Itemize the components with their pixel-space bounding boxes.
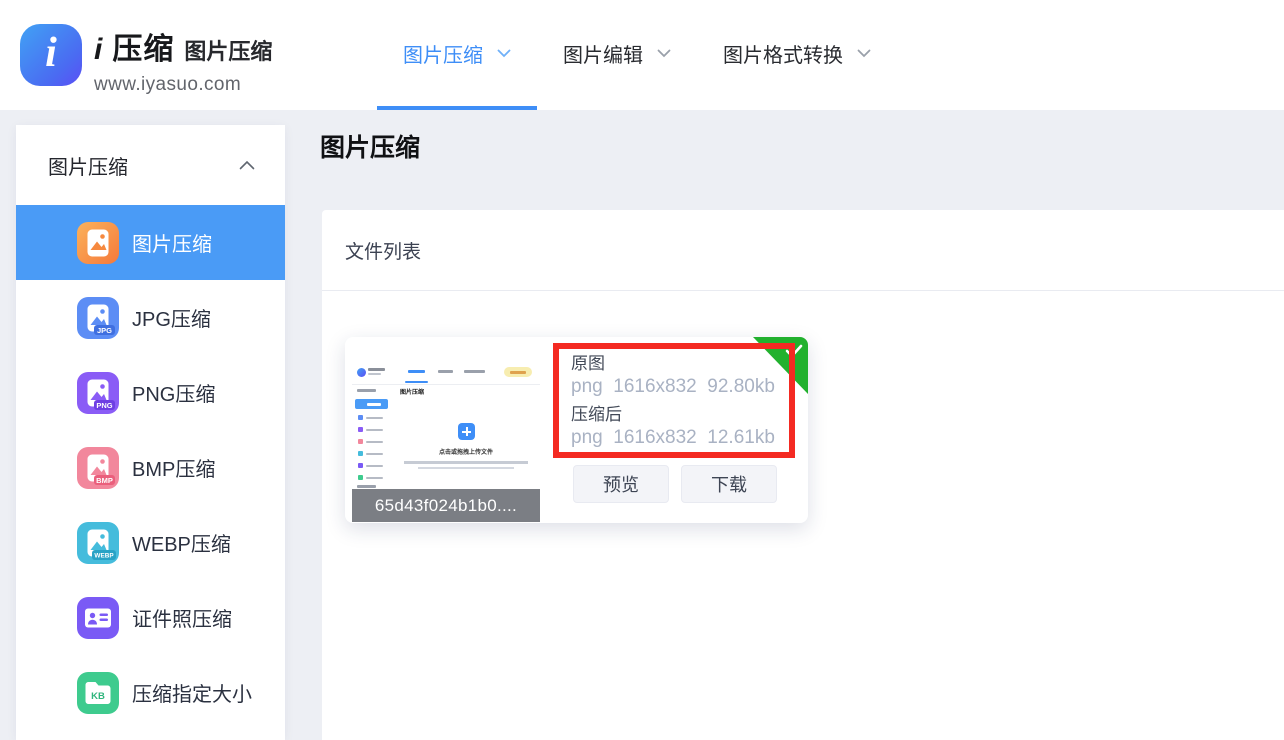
nav-tab-label: 图片压缩: [403, 39, 483, 68]
sidebar-item-png-compress[interactable]: PNG PNG压缩: [16, 355, 285, 430]
panel-title: 文件列表: [345, 237, 421, 264]
download-button[interactable]: 下载: [681, 465, 777, 503]
mini-icon: [358, 427, 363, 432]
id-photo-icon: [77, 597, 119, 639]
sidebar-item-id-photo-compress[interactable]: 证件照压缩: [16, 580, 285, 655]
bmp-compress-icon: BMP: [77, 447, 119, 489]
mini-label: [366, 477, 383, 479]
mini-sidebar-active: [355, 399, 388, 409]
mini-page-title: 图片压缩: [400, 387, 424, 396]
file-info-highlight-box: 原图 png 1616x832 92.80kb 压缩后 png 1616x832…: [553, 343, 795, 458]
logo-text: i 压缩 图片压缩 www.iyasuo.com: [94, 24, 272, 96]
original-info: png 1616x832 92.80kb: [571, 375, 789, 399]
sidebar-item-jpg-compress[interactable]: JPG JPG压缩: [16, 280, 285, 355]
webp-compress-icon: WEBP: [77, 522, 119, 564]
page-title: 图片压缩: [320, 128, 420, 164]
mini-sidebar: [352, 385, 392, 487]
nav-tab-image-edit[interactable]: 图片编辑: [537, 0, 697, 110]
chevron-down-icon: [657, 49, 671, 58]
file-name: 65d43f024b1b0....: [352, 489, 540, 522]
sidebar-item-label: 压缩指定大小: [132, 678, 252, 707]
sidebar-item-bmp-compress[interactable]: BMP BMP压缩: [16, 430, 285, 505]
nav-tab-label: 图片编辑: [563, 39, 643, 68]
svg-text:BMP: BMP: [96, 475, 113, 484]
sidebar-item-label: WEBP压缩: [132, 528, 231, 557]
compressed-info: png 1616x832 12.61kb: [571, 426, 789, 450]
mini-logo-url: [368, 373, 381, 375]
file-card: 图片压缩 点击或拖拽上传文件 65d43f024b1b0.... 原图 png …: [345, 337, 808, 523]
site-url: www.iyasuo.com: [94, 74, 272, 96]
chevron-down-icon: [857, 49, 871, 58]
svg-text:JPG: JPG: [97, 325, 112, 334]
sidebar-item-label: 图片压缩: [132, 228, 212, 257]
mini-nav-item: [464, 370, 485, 373]
mini-label: [366, 441, 383, 443]
mini-nav-underline: [405, 381, 428, 383]
mini-label: [366, 429, 383, 431]
nav-tab-image-compress[interactable]: 图片压缩: [377, 0, 537, 110]
mini-action-pill: [504, 367, 532, 377]
mini-text-line: [418, 467, 514, 469]
sidebar-item-compress-to-size[interactable]: KB 压缩指定大小: [16, 655, 285, 730]
mini-icon: [358, 463, 363, 468]
app-header: i i 压缩 图片压缩 www.iyasuo.com 图片压缩 图片编辑 图片格…: [0, 0, 1284, 110]
mini-sidebar-group: [357, 389, 376, 392]
sidebar-group-label: 图片压缩: [48, 151, 128, 180]
kb-folder-icon: KB: [77, 672, 119, 714]
preview-button[interactable]: 预览: [573, 465, 669, 503]
mini-sidebar-group: [357, 485, 376, 488]
file-list-panel: 文件列表: [322, 210, 1284, 740]
svg-text:PNG: PNG: [96, 400, 112, 409]
sidebar-item-label: JPG压缩: [132, 303, 211, 332]
nav-tab-format-convert[interactable]: 图片格式转换: [697, 0, 897, 110]
thumbnail-mini-screenshot: 图片压缩 点击或拖拽上传文件: [352, 363, 540, 487]
mini-nav-active: [408, 370, 425, 373]
mini-label: [366, 453, 383, 455]
brand-name: 压缩: [112, 24, 174, 68]
sidebar: 图片压缩 图片压缩 JPG JPG压缩: [16, 125, 285, 740]
image-compress-icon: [77, 222, 119, 264]
jpg-compress-icon: JPG: [77, 297, 119, 339]
mini-active-label: [367, 403, 381, 406]
mini-upload-hint: 点击或拖拽上传文件: [392, 447, 540, 456]
sidebar-item-label: BMP压缩: [132, 453, 215, 482]
original-label: 原图: [571, 353, 789, 375]
mini-nav-item: [438, 370, 453, 373]
mini-label: [366, 417, 383, 419]
file-thumbnail[interactable]: 图片压缩 点击或拖拽上传文件 65d43f024b1b0....: [352, 337, 540, 523]
sidebar-item-webp-compress[interactable]: WEBP WEBP压缩: [16, 505, 285, 580]
top-nav: 图片压缩 图片编辑 图片格式转换: [377, 0, 897, 110]
mini-icon: [358, 475, 363, 480]
svg-text:KB: KB: [91, 690, 105, 701]
brand-prefix: i: [94, 33, 102, 67]
mini-header: [352, 363, 540, 383]
nav-tab-label: 图片格式转换: [723, 39, 843, 68]
panel-header: 文件列表: [322, 210, 1284, 291]
compressed-label: 压缩后: [571, 404, 789, 426]
mini-logo-text: [368, 368, 385, 371]
mini-text-line: [404, 461, 528, 464]
mini-icon: [358, 439, 363, 444]
chevron-down-icon: [497, 49, 511, 58]
brand-subtitle: 图片压缩: [184, 34, 272, 66]
site-logo[interactable]: i i 压缩 图片压缩 www.iyasuo.com: [20, 24, 272, 96]
mini-logo-icon: [357, 368, 366, 377]
mini-upload-plus-icon: [458, 423, 475, 440]
sidebar-item-label: PNG压缩: [132, 378, 215, 407]
mini-icon: [358, 451, 363, 456]
sidebar-group-image-compress[interactable]: 图片压缩: [16, 125, 285, 205]
png-compress-icon: PNG: [77, 372, 119, 414]
svg-text:WEBP: WEBP: [94, 552, 114, 559]
mini-icon: [358, 415, 363, 420]
mini-label: [366, 465, 383, 467]
sidebar-item-label: 证件照压缩: [132, 603, 232, 632]
logo-i-icon: i: [20, 24, 82, 86]
chevron-up-icon: [239, 160, 255, 170]
sidebar-item-image-compress[interactable]: 图片压缩: [16, 205, 285, 280]
